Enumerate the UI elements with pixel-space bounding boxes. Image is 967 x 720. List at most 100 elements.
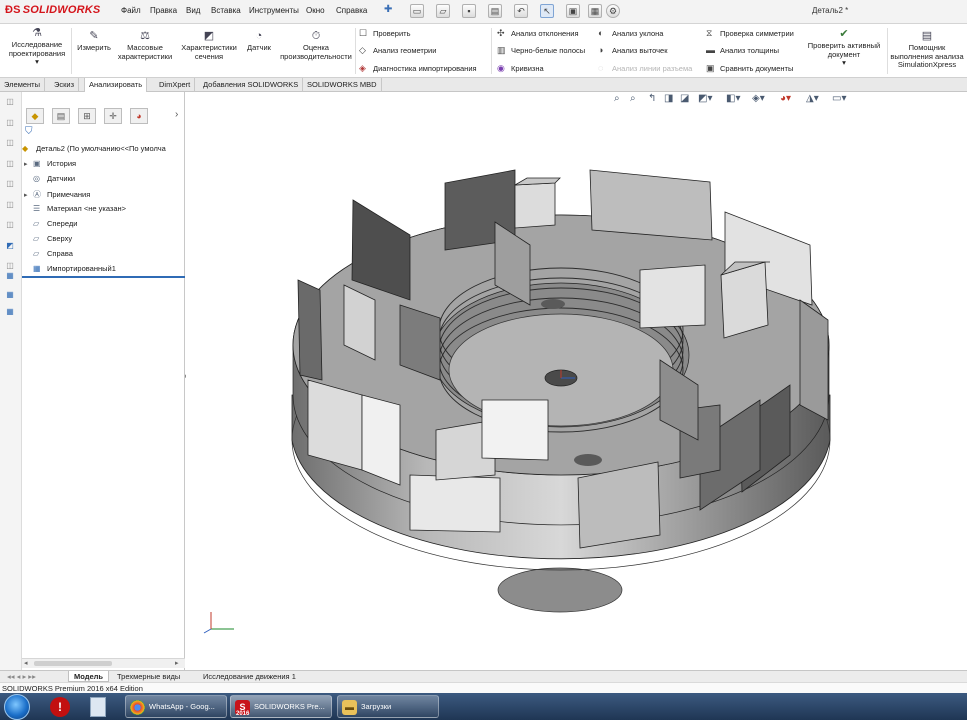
pin-icon[interactable]: ✚ <box>384 4 392 15</box>
side-hole <box>574 454 602 466</box>
scroll-left-icon[interactable]: ◂ <box>24 659 28 667</box>
scroll-right-icon[interactable]: ▸ <box>175 659 179 667</box>
section-properties-button[interactable]: ◩ Характеристики сечения <box>178 30 240 61</box>
tab-dimxpert[interactable]: DimXpert <box>155 78 196 92</box>
tree-item-annotations[interactable]: ▸ Ⓐ Примечания <box>24 189 90 200</box>
tab-motion-study[interactable]: Исследование движения 1 <box>198 671 301 682</box>
strip-icon[interactable]: ◫ <box>4 199 16 211</box>
tree-item-material[interactable]: ☰ Материал <не указан> <box>24 204 126 213</box>
tree-item-imported1[interactable]: ▦ Импортированный1 <box>24 264 116 273</box>
mass-properties-icon: ⚖ <box>140 30 150 42</box>
strip-icon[interactable]: ▦ <box>4 289 16 301</box>
graphics-area[interactable]: ⌕ ⌕ ↰ ◨ ◪ ◩▾ ◧▾ ◈▾ ◕▾ ◮▾ ▭▾ <box>186 92 967 670</box>
parting-line-analysis-button[interactable]: ◌ Анализ линии разъема <box>598 63 692 73</box>
strip-icon[interactable]: ◫ <box>4 137 16 149</box>
tab-sketch[interactable]: Эскиз <box>50 78 80 92</box>
property-manager-tab-icon[interactable]: ▤ <box>52 108 70 124</box>
horizontal-scrollbar[interactable]: ◂ ▸ <box>22 658 185 668</box>
expand-icon[interactable]: ▸ <box>24 160 33 168</box>
tab-nav-arrows-icon[interactable]: ◂◂ ◂ ▸ ▸▸ <box>2 671 41 682</box>
tab-model[interactable]: Модель <box>68 671 110 682</box>
feature-manager-tab-icon[interactable]: ◆ <box>26 108 44 124</box>
mass-properties-button[interactable]: ⚖ Массовые характеристики <box>116 30 174 61</box>
compare-documents-button[interactable]: ▣ Сравнить документы <box>706 63 793 74</box>
menu-tools[interactable]: Инструменты <box>249 6 299 15</box>
file-properties-icon[interactable]: ▦ <box>588 4 602 18</box>
tree-item-front-plane[interactable]: ▱ Спереди <box>24 219 77 228</box>
strip-icon[interactable]: ▦ <box>4 306 16 318</box>
tab-features[interactable]: Элементы <box>0 78 45 92</box>
panel-scroll-right-icon[interactable]: › <box>175 109 178 120</box>
tree-item-history[interactable]: ▸ ▣ История <box>24 159 76 168</box>
strip-icon[interactable]: ◫ <box>4 96 16 108</box>
new-document-icon[interactable]: ▭ <box>410 4 424 18</box>
tree-item-top-plane[interactable]: ▱ Сверху <box>24 234 72 243</box>
options-icon[interactable]: ⚙ <box>606 4 620 18</box>
select-icon[interactable]: ↖ <box>540 4 554 18</box>
import-diagnostics-button[interactable]: ◈ Диагностика импортирования <box>359 63 477 74</box>
sensor-button[interactable]: ◔ Датчик <box>242 30 276 53</box>
symmetry-check-button[interactable]: ⧖ Проверка симметрии <box>706 28 794 39</box>
rollback-bar[interactable] <box>22 276 185 278</box>
tab-solidworks-mbd[interactable]: SOLIDWORKS MBD <box>303 78 382 92</box>
performance-evaluation-button[interactable]: ⏱ Оценка производительности <box>276 30 356 61</box>
strip-icon[interactable]: ◫ <box>4 158 16 170</box>
tab-solidworks-addins[interactable]: Добавления SOLIDWORKS <box>199 78 304 92</box>
feature-manager-panel: ◆ ▤ ⊞ ✛ ◕ › ⛉ ◆ Деталь2 (По умолчанию<<По… <box>22 92 185 670</box>
open-icon[interactable]: ▱ <box>436 4 450 18</box>
deviation-analysis-button[interactable]: ✣ Анализ отклонения <box>497 28 579 39</box>
save-icon[interactable]: ▪ <box>462 4 476 18</box>
menu-help[interactable]: Справка <box>336 6 367 15</box>
rebuild-icon[interactable]: ▣ <box>566 4 580 18</box>
taskbar-chrome[interactable]: WhatsApp - Goog... <box>125 695 227 718</box>
calculator-icon[interactable] <box>90 697 106 717</box>
command-manager-ribbon: ⚗ Исследование проектирования ▾ ✎ Измерить … <box>0 24 967 78</box>
strip-icon[interactable]: ◩ <box>4 240 16 252</box>
expand-icon[interactable]: ▸ <box>24 191 33 199</box>
design-study-button[interactable]: ⚗ Исследование проектирования ▾ <box>4 27 70 67</box>
strip-icon[interactable]: ◫ <box>4 117 16 129</box>
tab-3d-views[interactable]: Трехмерные виды <box>112 671 185 682</box>
tree-item-sensors[interactable]: ◎ Датчики <box>24 174 75 183</box>
check-button[interactable]: ☐ Проверить <box>359 28 411 39</box>
tab-evaluate[interactable]: Анализировать <box>84 78 148 93</box>
strip-icon[interactable]: ▦ <box>4 270 16 282</box>
bottom-boss <box>497 567 623 613</box>
solidworks-version-badge: 2016 <box>236 711 250 717</box>
undercut-analysis-button[interactable]: ◑ Анализ выточек <box>598 45 668 55</box>
simulationxpress-button[interactable]: ▤ Помощник выполнения анализа SimulationX… <box>888 30 966 70</box>
tree-root[interactable]: ◆ Деталь2 (По умолчанию<<По умолча <box>22 144 166 153</box>
curvature-button[interactable]: ◉ Кривизна <box>497 63 544 74</box>
filter-icon[interactable]: ⛉ <box>25 126 33 137</box>
strip-icon[interactable]: ◫ <box>4 219 16 231</box>
display-manager-tab-icon[interactable]: ◕ <box>130 108 148 124</box>
zebra-stripes-button[interactable]: ▥ Черно-белые полосы <box>497 45 585 56</box>
side-hole <box>541 299 565 309</box>
tree-item-right-plane[interactable]: ▱ Справа <box>24 249 73 258</box>
undo-icon[interactable]: ↶ <box>514 4 528 18</box>
scrollbar-thumb[interactable] <box>34 661 112 666</box>
menu-insert[interactable]: Вставка <box>211 6 241 15</box>
geometry-analysis-button[interactable]: ◇ Анализ геометрии <box>359 45 436 56</box>
dimxpert-tab-icon[interactable]: ✛ <box>104 108 122 124</box>
menu-window[interactable]: Окно <box>306 6 325 15</box>
thickness-analysis-button[interactable]: ▬ Анализ толщины <box>706 45 779 55</box>
zebra-stripes-icon: ▥ <box>497 45 506 55</box>
start-button-icon[interactable] <box>4 694 30 720</box>
configuration-manager-tab-icon[interactable]: ⊞ <box>78 108 96 124</box>
pinned-app-icon[interactable]: ! <box>50 697 70 717</box>
check-active-document-button[interactable]: ✔ Проверить активный документ ▾ <box>801 28 887 68</box>
taskbar-downloads[interactable]: ▬ Загрузки <box>337 695 439 718</box>
solidworks-logo[interactable]: ƉS SOLIDWORKS <box>5 4 100 16</box>
part-model-3d[interactable] <box>186 92 967 670</box>
task-strip: ◫ ◫ ◫ ◫ ◫ ◫ ◫ ◩ ◫ ▦ ▦ ▦ <box>0 92 22 670</box>
menu-view[interactable]: Вид <box>186 6 200 15</box>
print-icon[interactable]: ▤ <box>488 4 502 18</box>
curvature-icon: ◉ <box>497 63 505 73</box>
menu-file[interactable]: Файл <box>121 6 141 15</box>
measure-button[interactable]: ✎ Измерить <box>74 30 114 53</box>
menu-edit[interactable]: Правка <box>150 6 177 15</box>
strip-icon[interactable]: ◫ <box>4 178 16 190</box>
parting-line-analysis-icon: ◌ <box>598 63 604 73</box>
draft-analysis-button[interactable]: ◐ Анализ уклона <box>598 28 663 38</box>
